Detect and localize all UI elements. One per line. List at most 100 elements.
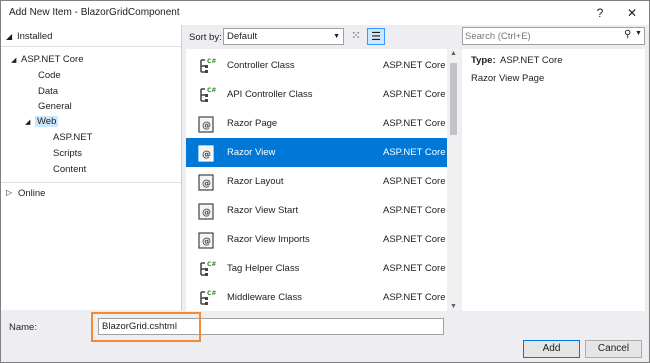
svg-text:@: @ (202, 150, 211, 160)
tree-item-code[interactable]: Code (38, 68, 61, 84)
type-value: ASP.NET Core (500, 55, 563, 66)
list-item[interactable]: C# Middleware Class ASP.NET Core (186, 283, 447, 311)
item-name: Razor Layout (227, 176, 284, 187)
list-item[interactable]: C# API Controller Class ASP.NET Core (186, 80, 447, 109)
help-button[interactable]: ? (588, 4, 612, 22)
razor-icon: @ (196, 201, 216, 221)
svg-text:C#: C# (207, 58, 216, 65)
razor-icon: @ (196, 230, 216, 250)
item-category: ASP.NET Core (383, 234, 446, 245)
list-item-selected[interactable]: @ Razor View ASP.NET Core (186, 138, 447, 167)
svg-text:@: @ (202, 179, 211, 189)
tree-item-web[interactable]: ◢ Web (25, 114, 59, 131)
item-category: ASP.NET Core (383, 205, 446, 216)
tree-item-label: Data (38, 86, 59, 97)
tree-item-label: Web (35, 116, 59, 127)
type-label: Type: (471, 55, 496, 66)
item-name: Tag Helper Class (227, 263, 300, 274)
title-bar: Add New Item - BlazorGridComponent ? ✕ (1, 1, 649, 25)
item-category: ASP.NET Core (383, 147, 446, 158)
item-category: ASP.NET Core (383, 60, 446, 71)
sort-by-label: Sort by: (189, 32, 222, 43)
template-details-pane: Type: ASP.NET Core Razor View Page (462, 49, 645, 311)
tree-item-aspnet[interactable]: ASP.NET (53, 130, 92, 146)
installed-label: Installed (17, 31, 53, 42)
add-button[interactable]: Add (523, 340, 580, 358)
template-description: Razor View Page (471, 73, 545, 84)
tree-item-general[interactable]: General (38, 99, 72, 115)
svg-text:@: @ (202, 121, 211, 131)
item-name: Razor View Start (227, 205, 299, 216)
template-category-tree: ◢ Installed ◢ ASP.NET Core Code Data Gene… (1, 25, 182, 310)
item-name: Controller Class (227, 60, 295, 71)
tree-item-label: Code (38, 70, 61, 81)
search-input[interactable] (465, 29, 615, 43)
search-box[interactable]: ⚲ ▼ (462, 27, 645, 45)
razor-icon: @ (196, 172, 216, 192)
list-view-icon: ☰ (371, 31, 381, 43)
svg-text:C#: C# (207, 87, 216, 94)
razor-icon: @ (196, 143, 216, 163)
list-scrollbar[interactable]: ▲ ▼ (447, 49, 460, 311)
item-name: API Controller Class (227, 89, 313, 100)
item-category: ASP.NET Core (383, 118, 446, 129)
item-name: Razor View (227, 147, 276, 158)
svg-text:@: @ (202, 237, 211, 247)
list-item[interactable]: C# Controller Class ASP.NET Core (186, 51, 447, 80)
item-name: Razor View Imports (227, 234, 310, 245)
tree-item-label: Content (53, 164, 87, 175)
list-item[interactable]: C# Tag Helper Class ASP.NET Core (186, 254, 447, 283)
expand-triangle-icon: ▷ (6, 188, 13, 197)
tree-item-label: Scripts (53, 148, 83, 159)
item-category: ASP.NET Core (383, 263, 446, 274)
list-item[interactable]: @ Razor Page ASP.NET Core (186, 109, 447, 138)
online-header[interactable]: ▷ Online (1, 182, 181, 204)
item-category: ASP.NET Core (383, 89, 446, 100)
razor-icon: @ (196, 114, 216, 134)
cancel-button[interactable]: Cancel (585, 340, 642, 358)
template-list: C# Controller Class ASP.NET Core C# API … (186, 49, 447, 311)
chevron-down-icon[interactable]: ▼ (635, 30, 642, 37)
dialog-title: Add New Item - BlazorGridComponent (9, 7, 180, 18)
online-label: Online (18, 188, 46, 199)
tree-item-data[interactable]: Data (38, 84, 58, 100)
svg-text:C#: C# (207, 261, 216, 268)
close-button[interactable]: ✕ (620, 4, 644, 22)
tree-item-label: General (38, 101, 72, 112)
list-view-button[interactable]: ☰ (367, 28, 385, 45)
controller-class-icon: C# (196, 288, 216, 308)
list-item[interactable]: @ Razor Layout ASP.NET Core (186, 167, 447, 196)
chevron-down-icon: ▼ (333, 33, 340, 40)
list-item[interactable]: @ Razor View Imports ASP.NET Core (186, 225, 447, 254)
grid-view-button[interactable]: ⁙ (347, 28, 365, 45)
svg-text:C#: C# (207, 290, 216, 297)
item-category: ASP.NET Core (383, 176, 446, 187)
expand-triangle-icon[interactable]: ◢ (11, 53, 21, 69)
item-name: Middleware Class (227, 292, 302, 303)
collapse-triangle-icon: ◢ (6, 32, 13, 41)
tree-item-scripts[interactable]: Scripts (53, 146, 82, 162)
tree-item-label: ASP.NET (53, 132, 93, 143)
sort-by-select[interactable]: Default ▼ (223, 28, 344, 45)
list-item[interactable]: @ Razor View Start ASP.NET Core (186, 196, 447, 225)
item-category: ASP.NET Core (383, 292, 446, 303)
highlight-box (91, 312, 201, 342)
controller-class-icon: C# (196, 56, 216, 76)
scroll-up-icon[interactable]: ▲ (450, 50, 457, 57)
scroll-down-icon[interactable]: ▼ (450, 303, 457, 310)
svg-text:@: @ (202, 208, 211, 218)
name-label: Name: (9, 322, 37, 333)
expand-triangle-icon[interactable]: ◢ (25, 115, 35, 131)
scrollbar-thumb[interactable] (450, 63, 457, 135)
installed-header[interactable]: ◢ Installed (1, 27, 181, 47)
controller-class-icon: C# (196, 85, 216, 105)
grid-view-icon: ⁙ (351, 30, 361, 42)
controller-class-icon: C# (196, 259, 216, 279)
tree-item-label: ASP.NET Core (21, 54, 84, 65)
tree-item-content[interactable]: Content (53, 162, 86, 178)
add-new-item-dialog: Add New Item - BlazorGridComponent ? ✕ ◢… (0, 0, 650, 363)
search-icon[interactable]: ⚲ (624, 29, 631, 40)
sort-by-value: Default (227, 31, 258, 42)
item-name: Razor Page (227, 118, 278, 129)
tree-item-aspnet-core[interactable]: ◢ ASP.NET Core (11, 52, 83, 68)
